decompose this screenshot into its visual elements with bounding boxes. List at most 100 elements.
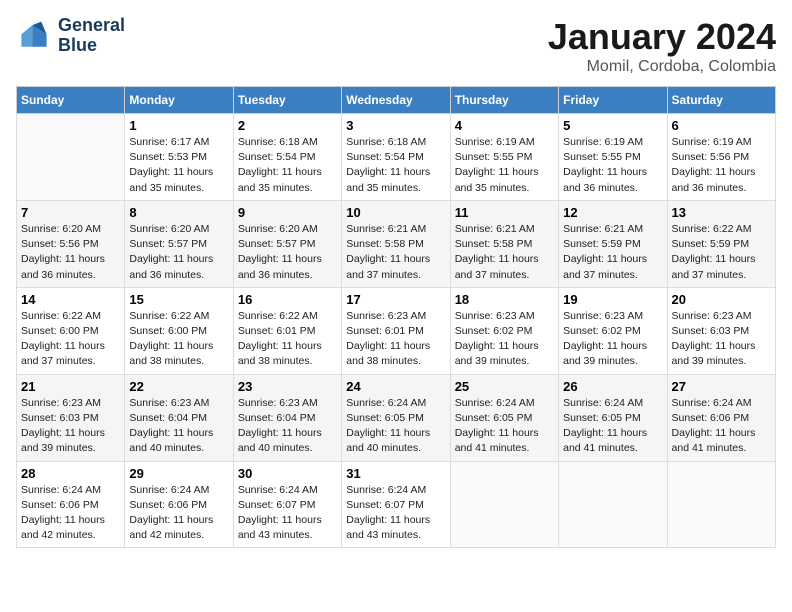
calendar-cell: 24 Sunrise: 6:24 AMSunset: 6:05 PMDayligh… bbox=[342, 374, 450, 461]
calendar-cell: 27 Sunrise: 6:24 AMSunset: 6:06 PMDayligh… bbox=[667, 374, 775, 461]
calendar-cell: 11 Sunrise: 6:21 AMSunset: 5:58 PMDayligh… bbox=[450, 200, 558, 287]
calendar-week-row: 1Sunrise: 6:17 AMSunset: 5:53 PMDaylight… bbox=[17, 114, 776, 201]
calendar-cell: 30Sunrise: 6:24 AMSunset: 6:07 PMDayligh… bbox=[233, 461, 341, 548]
header-cell-thursday: Thursday bbox=[450, 87, 558, 114]
day-number: 11 bbox=[455, 205, 554, 220]
day-number: 20 bbox=[672, 292, 771, 307]
calendar-cell: 26Sunrise: 6:24 AMSunset: 6:05 PMDayligh… bbox=[559, 374, 667, 461]
logo-icon bbox=[16, 18, 52, 54]
calendar-cell bbox=[17, 114, 125, 201]
calendar-cell: 6 Sunrise: 6:19 AMSunset: 5:56 PMDaylight… bbox=[667, 114, 775, 201]
day-info: Sunrise: 6:22 AMSunset: 6:00 PMDaylight:… bbox=[129, 309, 228, 370]
header-cell-wednesday: Wednesday bbox=[342, 87, 450, 114]
day-number: 16 bbox=[238, 292, 337, 307]
calendar-cell bbox=[450, 461, 558, 548]
calendar-cell: 21Sunrise: 6:23 AMSunset: 6:03 PMDayligh… bbox=[17, 374, 125, 461]
day-info: Sunrise: 6:17 AMSunset: 5:53 PMDaylight:… bbox=[129, 135, 228, 196]
calendar-cell: 9Sunrise: 6:20 AMSunset: 5:57 PMDaylight… bbox=[233, 200, 341, 287]
day-number: 5 bbox=[563, 118, 662, 133]
day-info: Sunrise: 6:21 AMSunset: 5:59 PMDaylight:… bbox=[563, 222, 662, 283]
day-info: Sunrise: 6:19 AMSunset: 5:55 PMDaylight:… bbox=[563, 135, 662, 196]
calendar-cell: 7 Sunrise: 6:20 AMSunset: 5:56 PMDaylight… bbox=[17, 200, 125, 287]
day-number: 19 bbox=[563, 292, 662, 307]
day-info: Sunrise: 6:23 AMSunset: 6:03 PMDaylight:… bbox=[672, 309, 771, 370]
day-number: 14 bbox=[21, 292, 120, 307]
day-info: Sunrise: 6:19 AMSunset: 5:56 PMDaylight:… bbox=[672, 135, 771, 196]
day-info: Sunrise: 6:20 AMSunset: 5:56 PMDaylight:… bbox=[21, 222, 120, 283]
calendar-cell: 1Sunrise: 6:17 AMSunset: 5:53 PMDaylight… bbox=[125, 114, 233, 201]
day-number: 4 bbox=[455, 118, 554, 133]
day-info: Sunrise: 6:23 AMSunset: 6:01 PMDaylight:… bbox=[346, 309, 445, 370]
calendar-cell: 15 Sunrise: 6:22 AMSunset: 6:00 PMDayligh… bbox=[125, 287, 233, 374]
calendar-cell: 12 Sunrise: 6:21 AMSunset: 5:59 PMDayligh… bbox=[559, 200, 667, 287]
day-number: 25 bbox=[455, 379, 554, 394]
day-info: Sunrise: 6:18 AMSunset: 5:54 PMDaylight:… bbox=[238, 135, 337, 196]
day-info: Sunrise: 6:19 AMSunset: 5:55 PMDaylight:… bbox=[455, 135, 554, 196]
day-number: 28 bbox=[21, 466, 120, 481]
calendar-week-row: 21Sunrise: 6:23 AMSunset: 6:03 PMDayligh… bbox=[17, 374, 776, 461]
day-number: 2 bbox=[238, 118, 337, 133]
header-cell-tuesday: Tuesday bbox=[233, 87, 341, 114]
day-number: 3 bbox=[346, 118, 445, 133]
calendar-cell: 3 Sunrise: 6:18 AMSunset: 5:54 PMDaylight… bbox=[342, 114, 450, 201]
day-number: 23 bbox=[238, 379, 337, 394]
day-number: 27 bbox=[672, 379, 771, 394]
main-title: January 2024 bbox=[548, 16, 776, 58]
calendar-cell: 4 Sunrise: 6:19 AMSunset: 5:55 PMDaylight… bbox=[450, 114, 558, 201]
logo: General Blue bbox=[16, 16, 125, 56]
title-area: January 2024 Momil, Cordoba, Colombia bbox=[548, 16, 776, 76]
calendar-cell: 14 Sunrise: 6:22 AMSunset: 6:00 PMDayligh… bbox=[17, 287, 125, 374]
day-info: Sunrise: 6:20 AMSunset: 5:57 PMDaylight:… bbox=[238, 222, 337, 283]
calendar-cell: 2 Sunrise: 6:18 AMSunset: 5:54 PMDaylight… bbox=[233, 114, 341, 201]
day-number: 24 bbox=[346, 379, 445, 394]
day-info: Sunrise: 6:23 AMSunset: 6:04 PMDaylight:… bbox=[129, 396, 228, 457]
calendar-cell: 18 Sunrise: 6:23 AMSunset: 6:02 PMDayligh… bbox=[450, 287, 558, 374]
calendar-week-row: 7 Sunrise: 6:20 AMSunset: 5:56 PMDaylight… bbox=[17, 200, 776, 287]
day-info: Sunrise: 6:24 AMSunset: 6:06 PMDaylight:… bbox=[672, 396, 771, 457]
calendar-cell bbox=[667, 461, 775, 548]
day-info: Sunrise: 6:21 AMSunset: 5:58 PMDaylight:… bbox=[455, 222, 554, 283]
header-cell-sunday: Sunday bbox=[17, 87, 125, 114]
day-info: Sunrise: 6:24 AMSunset: 6:06 PMDaylight:… bbox=[129, 483, 228, 544]
calendar-week-row: 14 Sunrise: 6:22 AMSunset: 6:00 PMDayligh… bbox=[17, 287, 776, 374]
subtitle: Momil, Cordoba, Colombia bbox=[548, 58, 776, 76]
day-number: 10 bbox=[346, 205, 445, 220]
day-number: 6 bbox=[672, 118, 771, 133]
calendar-cell: 5 Sunrise: 6:19 AMSunset: 5:55 PMDaylight… bbox=[559, 114, 667, 201]
header-cell-friday: Friday bbox=[559, 87, 667, 114]
calendar-cell: 23Sunrise: 6:23 AMSunset: 6:04 PMDayligh… bbox=[233, 374, 341, 461]
calendar-cell: 31 Sunrise: 6:24 AMSunset: 6:07 PMDayligh… bbox=[342, 461, 450, 548]
calendar-cell: 22 Sunrise: 6:23 AMSunset: 6:04 PMDayligh… bbox=[125, 374, 233, 461]
day-info: Sunrise: 6:20 AMSunset: 5:57 PMDaylight:… bbox=[129, 222, 228, 283]
day-number: 13 bbox=[672, 205, 771, 220]
day-number: 8 bbox=[129, 205, 228, 220]
calendar-cell: 8 Sunrise: 6:20 AMSunset: 5:57 PMDaylight… bbox=[125, 200, 233, 287]
day-number: 17 bbox=[346, 292, 445, 307]
day-number: 22 bbox=[129, 379, 228, 394]
calendar-cell: 16Sunrise: 6:22 AMSunset: 6:01 PMDayligh… bbox=[233, 287, 341, 374]
day-info: Sunrise: 6:18 AMSunset: 5:54 PMDaylight:… bbox=[346, 135, 445, 196]
day-info: Sunrise: 6:24 AMSunset: 6:06 PMDaylight:… bbox=[21, 483, 120, 544]
logo-text: General Blue bbox=[58, 16, 125, 56]
day-info: Sunrise: 6:23 AMSunset: 6:02 PMDaylight:… bbox=[455, 309, 554, 370]
calendar-cell: 20 Sunrise: 6:23 AMSunset: 6:03 PMDayligh… bbox=[667, 287, 775, 374]
day-number: 29 bbox=[129, 466, 228, 481]
day-info: Sunrise: 6:24 AMSunset: 6:07 PMDaylight:… bbox=[238, 483, 337, 544]
calendar-week-row: 28 Sunrise: 6:24 AMSunset: 6:06 PMDayligh… bbox=[17, 461, 776, 548]
calendar-cell: 10Sunrise: 6:21 AMSunset: 5:58 PMDayligh… bbox=[342, 200, 450, 287]
day-info: Sunrise: 6:23 AMSunset: 6:02 PMDaylight:… bbox=[563, 309, 662, 370]
day-number: 7 bbox=[21, 205, 120, 220]
day-number: 12 bbox=[563, 205, 662, 220]
day-number: 31 bbox=[346, 466, 445, 481]
day-info: Sunrise: 6:24 AMSunset: 6:05 PMDaylight:… bbox=[346, 396, 445, 457]
day-number: 21 bbox=[21, 379, 120, 394]
day-number: 15 bbox=[129, 292, 228, 307]
day-info: Sunrise: 6:22 AMSunset: 5:59 PMDaylight:… bbox=[672, 222, 771, 283]
calendar-cell: 13 Sunrise: 6:22 AMSunset: 5:59 PMDayligh… bbox=[667, 200, 775, 287]
day-info: Sunrise: 6:24 AMSunset: 6:07 PMDaylight:… bbox=[346, 483, 445, 544]
day-info: Sunrise: 6:22 AMSunset: 6:00 PMDaylight:… bbox=[21, 309, 120, 370]
day-number: 18 bbox=[455, 292, 554, 307]
day-number: 26 bbox=[563, 379, 662, 394]
day-info: Sunrise: 6:24 AMSunset: 6:05 PMDaylight:… bbox=[455, 396, 554, 457]
calendar-cell: 17 Sunrise: 6:23 AMSunset: 6:01 PMDayligh… bbox=[342, 287, 450, 374]
